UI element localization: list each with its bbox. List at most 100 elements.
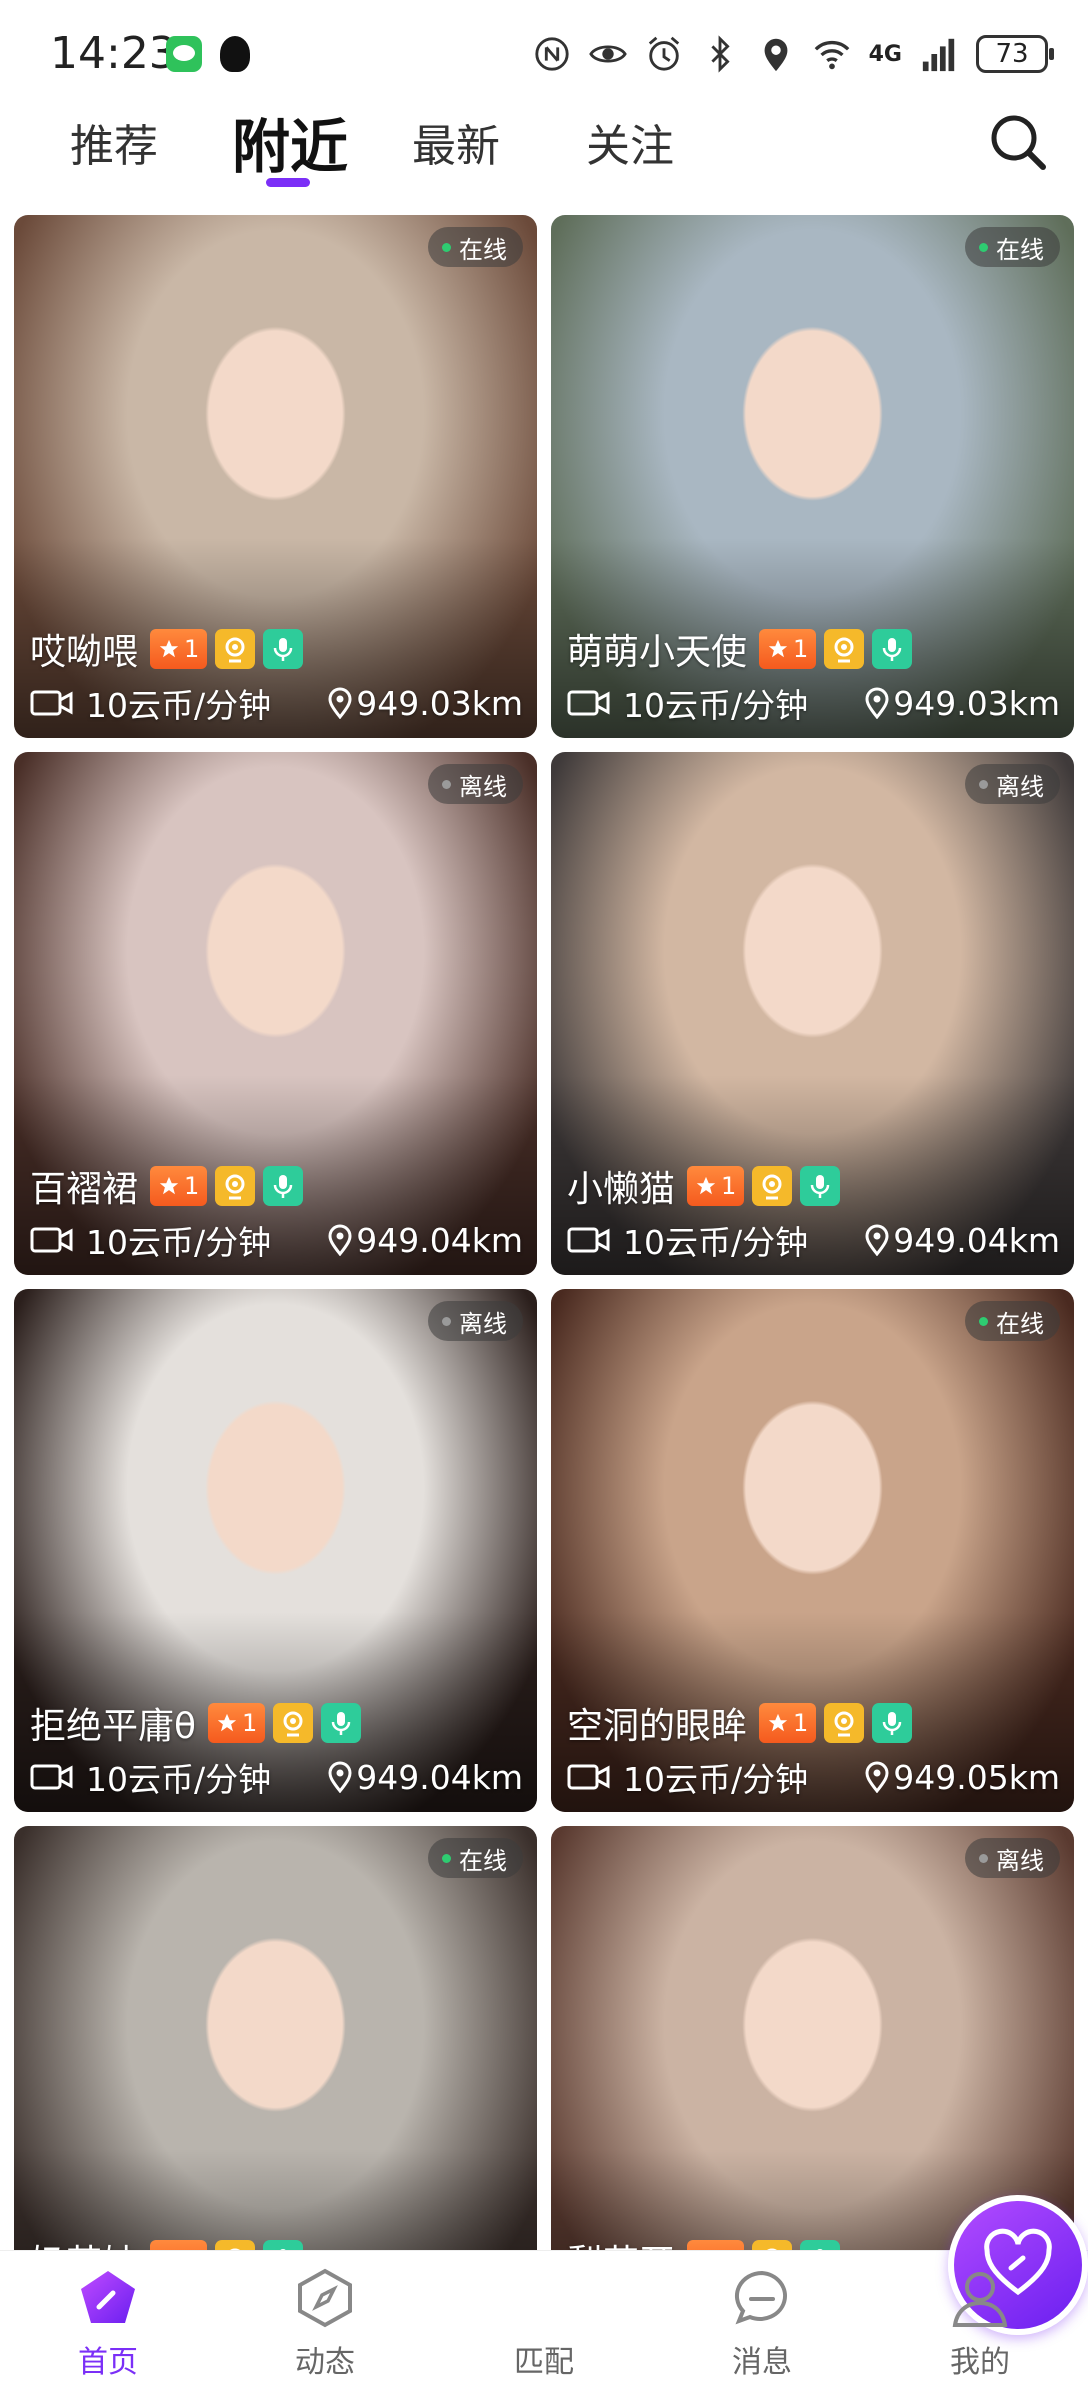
anchor-badge-icon <box>824 629 865 669</box>
voice-badge-icon <box>872 629 913 669</box>
user-name: 萌萌小天使 <box>567 632 748 673</box>
nav-home[interactable]: 首页 <box>38 2267 178 2397</box>
alarm-icon <box>648 36 679 71</box>
status-dot <box>979 242 988 252</box>
user-card[interactable]: 离线 小懒猫 1 10云币/分钟 949.04km <box>551 752 1074 1275</box>
distance-text: 949.03km <box>893 683 1060 723</box>
level-number: 1 <box>793 1709 809 1737</box>
info-row: 10云币/分钟 949.04km <box>30 1217 523 1263</box>
distance: 949.05km <box>865 1758 1060 1797</box>
level-number: 1 <box>721 1172 737 1200</box>
tab-nearby[interactable]: 附近 <box>232 100 348 184</box>
anchor-badge-icon <box>215 629 256 669</box>
level-number: 1 <box>184 1172 200 1200</box>
online-status-badge: 离线 <box>965 1838 1060 1878</box>
status-bar: 14:23 4G 73 <box>0 0 1088 110</box>
price-text: 10云币/分钟 <box>623 686 809 725</box>
name-row: 拒绝平庸θ 1 <box>30 1700 362 1747</box>
price-text: 10云币/分钟 <box>86 1760 272 1799</box>
star-icon <box>768 1713 788 1732</box>
tab-following[interactable]: 关注 <box>586 110 674 174</box>
nav-messages[interactable]: 消息 <box>692 2267 832 2397</box>
status-dot <box>442 1853 451 1863</box>
location-pin-icon <box>865 687 889 719</box>
video-camera-icon <box>30 1764 73 1790</box>
profile-icon <box>952 2272 1008 2327</box>
nav-messages-label: 消息 <box>732 2345 792 2380</box>
location-pin-icon <box>328 1761 352 1793</box>
name-row: 空洞的眼眸 1 <box>567 1700 913 1747</box>
name-row: 萌萌小天使 1 <box>567 626 913 673</box>
price-text: 10云币/分钟 <box>623 1223 809 1262</box>
qq-icon <box>220 36 250 72</box>
nav-moments-label: 动态 <box>295 2345 355 2380</box>
star-icon <box>768 639 788 658</box>
nav-match[interactable]: 匹配 <box>474 2195 1088 2397</box>
distance: 949.04km <box>865 1221 1060 1260</box>
message-icon <box>734 2270 788 2325</box>
user-card[interactable]: 在线 空洞的眼眸 1 10云币/分钟 949.05km <box>551 1289 1074 1812</box>
video-camera-icon <box>30 1227 73 1253</box>
user-name: 哎呦喂 <box>30 632 139 673</box>
level-number: 1 <box>793 635 809 663</box>
battery-icon: 73 <box>976 35 1054 73</box>
distance-text: 949.05km <box>893 1757 1060 1797</box>
home-icon <box>81 2271 135 2323</box>
anchor-badge-icon <box>752 1166 793 1206</box>
user-card[interactable]: 离线拒绝平庸θ 1 10云币/分钟 949.04km <box>14 1289 537 1812</box>
distance: 949.04km <box>328 1221 523 1260</box>
online-status-badge: 离线 <box>428 1301 523 1341</box>
nav-profile[interactable]: 我的 <box>910 2267 1050 2397</box>
location-icon <box>764 38 788 72</box>
name-row: 哎呦喂 1 <box>30 626 304 673</box>
level-badge: 1 <box>150 629 208 669</box>
distance-text: 949.04km <box>893 1220 1060 1260</box>
price-text: 10云币/分钟 <box>86 1223 272 1262</box>
location-pin-icon <box>328 687 352 719</box>
online-status-badge: 离线 <box>965 764 1060 804</box>
nav-moments[interactable]: 动态 <box>255 2267 395 2397</box>
level-badge: 1 <box>208 1703 266 1743</box>
tab-latest[interactable]: 最新 <box>412 110 500 174</box>
level-badge: 1 <box>759 629 817 669</box>
wifi-icon <box>814 40 849 70</box>
location-pin-icon <box>865 1224 889 1256</box>
status-icons: 4G 73 <box>533 30 1054 78</box>
star-icon <box>159 1176 179 1195</box>
video-price: 10云币/分钟 <box>567 1753 808 1801</box>
user-card[interactable]: 离线 百褶裙 1 10云币/分钟 949.04km <box>14 752 537 1275</box>
location-pin-icon <box>328 1224 352 1256</box>
anchor-badge-icon <box>273 1703 314 1743</box>
status-dot <box>979 1853 988 1863</box>
network-type: 4G <box>868 41 902 67</box>
video-price: 10云币/分钟 <box>30 1216 271 1264</box>
video-price: 10云币/分钟 <box>30 679 271 727</box>
signal-icon <box>922 38 955 72</box>
distance: 949.04km <box>328 1758 523 1797</box>
video-price: 10云币/分钟 <box>567 679 808 727</box>
video-price: 10云币/分钟 <box>567 1216 808 1264</box>
price-text: 10云币/分钟 <box>623 1760 809 1799</box>
status-dot <box>979 1316 988 1326</box>
online-status-badge: 在线 <box>965 227 1060 267</box>
status-time: 14:23 <box>50 28 177 79</box>
price-text: 10云币/分钟 <box>86 686 272 725</box>
nav-match-label: 匹配 <box>514 2345 574 2380</box>
wechat-icon <box>166 36 202 72</box>
distance-text: 949.04km <box>356 1757 523 1797</box>
distance-text: 949.03km <box>356 683 523 723</box>
status-text: 离线 <box>996 1846 1044 1875</box>
tab-recommend[interactable]: 推荐 <box>70 110 158 174</box>
status-text: 在线 <box>459 1846 507 1875</box>
voice-badge-icon <box>263 1166 304 1206</box>
info-row: 10云币/分钟 949.03km <box>30 680 523 726</box>
user-card[interactable]: 在线萌萌小天使 1 10云币/分钟 949.03km <box>551 215 1074 738</box>
eye-icon <box>588 45 627 63</box>
compass-icon <box>298 2268 352 2328</box>
user-card[interactable]: 在线哎呦喂 1 10云币/分钟 949.03km <box>14 215 537 738</box>
search-icon[interactable] <box>986 110 1050 174</box>
status-text: 在线 <box>459 235 507 264</box>
voice-badge-icon <box>800 1166 841 1206</box>
location-pin-icon <box>865 1761 889 1793</box>
voice-badge-icon <box>321 1703 362 1743</box>
